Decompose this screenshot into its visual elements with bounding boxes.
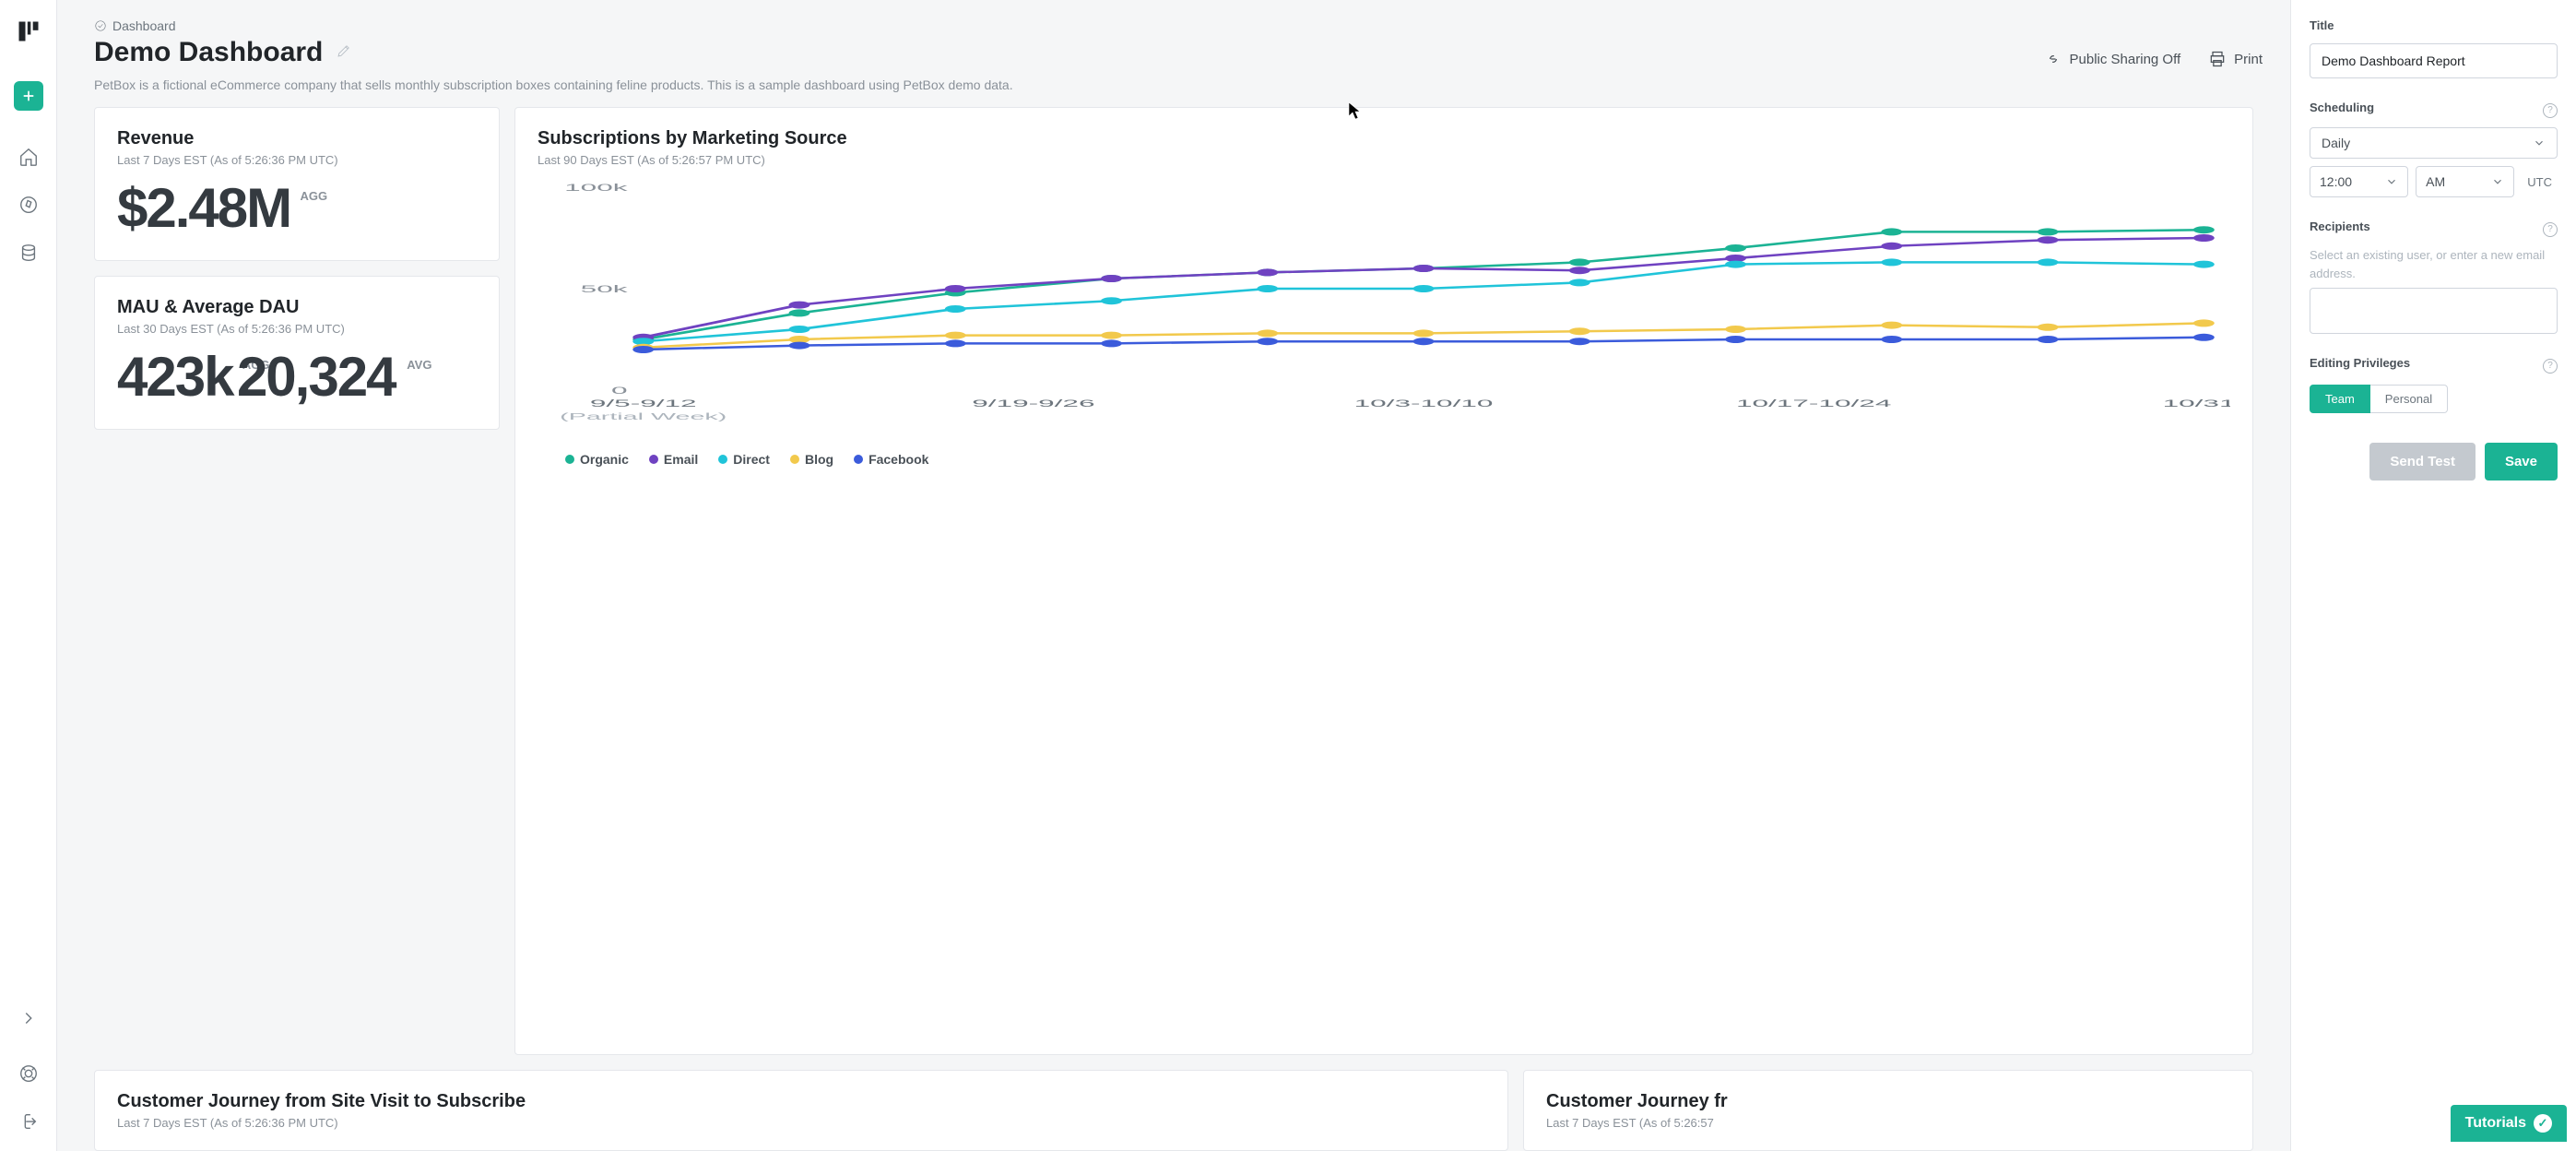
recipients-help-icon[interactable]: ? bbox=[2543, 222, 2558, 237]
svg-text:0: 0 bbox=[611, 386, 628, 397]
page-description: PetBox is a fictional eCommerce company … bbox=[57, 77, 2290, 107]
journey2-title: Customer Journey fr bbox=[1546, 1091, 2230, 1112]
subscriptions-subtitle: Last 90 Days EST (As of 5:26:57 PM UTC) bbox=[538, 153, 2230, 167]
recipients-input[interactable] bbox=[2310, 288, 2558, 334]
main-content: Dashboard Demo Dashboard Public Sharing … bbox=[57, 0, 2290, 1151]
legend-item[interactable]: Organic bbox=[565, 452, 629, 467]
timezone-label: UTC bbox=[2522, 175, 2558, 189]
legend-item[interactable]: Blog bbox=[790, 452, 833, 467]
subscriptions-title: Subscriptions by Marketing Source bbox=[538, 128, 2230, 149]
chevron-down-icon bbox=[2491, 175, 2504, 188]
save-button[interactable]: Save bbox=[2485, 443, 2558, 481]
svg-text:100k: 100k bbox=[564, 183, 628, 194]
revenue-tag: AGG bbox=[301, 189, 328, 203]
report-settings-panel: Title Scheduling ? Daily 12:00 AM U bbox=[2290, 0, 2576, 1151]
time-select[interactable]: 12:00 bbox=[2310, 166, 2408, 197]
breadcrumb[interactable]: Dashboard bbox=[94, 18, 2253, 33]
scheduling-label: Scheduling bbox=[2310, 101, 2374, 114]
mau-tag2: AVG bbox=[407, 358, 431, 372]
frequency-value: Daily bbox=[2322, 136, 2350, 150]
customer-journey-card-1[interactable]: Customer Journey from Site Visit to Subs… bbox=[94, 1070, 1508, 1151]
scheduling-help-icon[interactable]: ? bbox=[2543, 103, 2558, 118]
subscriptions-chart: 0 50k 100k 9/5-9/12 9/19-9/26 10/3-10/10 10/17… bbox=[538, 178, 2230, 436]
journey1-title: Customer Journey from Site Visit to Subs… bbox=[117, 1091, 1485, 1112]
public-sharing-toggle[interactable]: Public Sharing Off bbox=[2044, 50, 2181, 68]
page-header: Dashboard Demo Dashboard Public Sharing … bbox=[57, 0, 2290, 77]
journey2-subtitle: Last 7 Days EST (As of 5:26:57 bbox=[1546, 1116, 2230, 1130]
recipients-placeholder: Select an existing user, or enter a new … bbox=[2310, 246, 2558, 282]
check-icon: ✓ bbox=[2534, 1114, 2552, 1133]
svg-text:10/31-: 10/31- bbox=[2163, 398, 2230, 409]
revenue-value: $2.48M AGG bbox=[117, 176, 290, 240]
logout-icon[interactable] bbox=[10, 1103, 47, 1140]
dau-value: 20,324 AVG bbox=[237, 345, 396, 409]
send-test-button[interactable]: Send Test bbox=[2369, 443, 2476, 481]
editing-privileges-label: Editing Privileges bbox=[2310, 356, 2410, 370]
editing-help-icon[interactable]: ? bbox=[2543, 359, 2558, 374]
database-icon[interactable] bbox=[10, 234, 47, 271]
svg-text:9/5-9/12: 9/5-9/12 bbox=[590, 398, 697, 409]
edit-title-icon[interactable] bbox=[336, 42, 352, 64]
print-button[interactable]: Print bbox=[2208, 50, 2263, 68]
home-icon[interactable] bbox=[10, 138, 47, 175]
legend-item[interactable]: Facebook bbox=[854, 452, 928, 467]
expand-sidebar-icon[interactable] bbox=[10, 1000, 47, 1037]
breadcrumb-label: Dashboard bbox=[112, 18, 176, 33]
journey1-subtitle: Last 7 Days EST (As of 5:26:36 PM UTC) bbox=[117, 1116, 1485, 1130]
chart-legend: Organic Email Direct Blog Facebook bbox=[538, 452, 2230, 467]
sidebar bbox=[0, 0, 57, 1151]
page-title: Demo Dashboard bbox=[94, 37, 323, 68]
mau-value: 423k AGG bbox=[117, 345, 232, 409]
customer-journey-card-2[interactable]: Customer Journey fr Last 7 Days EST (As … bbox=[1523, 1070, 2253, 1151]
frequency-select[interactable]: Daily bbox=[2310, 127, 2558, 159]
ampm-value: AM bbox=[2426, 174, 2445, 189]
recipients-label: Recipients bbox=[2310, 220, 2370, 233]
help-icon[interactable] bbox=[10, 1055, 47, 1092]
subscriptions-chart-card[interactable]: Subscriptions by Marketing Source Last 9… bbox=[514, 107, 2253, 1055]
mau-subtitle: Last 30 Days EST (As of 5:26:36 PM UTC) bbox=[117, 322, 477, 336]
print-label: Print bbox=[2234, 52, 2263, 67]
revenue-title: Revenue bbox=[117, 128, 477, 149]
tutorials-label: Tutorials bbox=[2465, 1115, 2526, 1132]
tutorials-button[interactable]: Tutorials ✓ bbox=[2451, 1105, 2567, 1142]
legend-item[interactable]: Direct bbox=[718, 452, 770, 467]
chevron-down-icon bbox=[2385, 175, 2398, 188]
personal-toggle[interactable]: Personal bbox=[2370, 385, 2448, 413]
svg-text:50k: 50k bbox=[581, 284, 628, 295]
legend-item[interactable]: Email bbox=[649, 452, 698, 467]
mau-title: MAU & Average DAU bbox=[117, 297, 477, 318]
time-value: 12:00 bbox=[2320, 174, 2352, 189]
public-sharing-label: Public Sharing Off bbox=[2070, 52, 2181, 67]
title-label: Title bbox=[2310, 18, 2558, 32]
revenue-subtitle: Last 7 Days EST (As of 5:26:36 PM UTC) bbox=[117, 153, 477, 167]
compass-icon[interactable] bbox=[10, 186, 47, 223]
revenue-card[interactable]: Revenue Last 7 Days EST (As of 5:26:36 P… bbox=[94, 107, 500, 261]
mau-card[interactable]: MAU & Average DAU Last 30 Days EST (As o… bbox=[94, 276, 500, 430]
report-title-input[interactable] bbox=[2310, 43, 2558, 78]
svg-text:(Partial Week): (Partial Week) bbox=[560, 411, 727, 421]
svg-text:10/17-10/24: 10/17-10/24 bbox=[1736, 398, 1891, 409]
svg-text:9/19-9/26: 9/19-9/26 bbox=[972, 398, 1094, 409]
add-button[interactable] bbox=[14, 81, 43, 111]
team-toggle[interactable]: Team bbox=[2310, 385, 2370, 413]
ampm-select[interactable]: AM bbox=[2416, 166, 2514, 197]
app-logo-icon bbox=[16, 18, 41, 44]
chevron-down-icon bbox=[2533, 136, 2546, 149]
svg-text:10/3-10/10: 10/3-10/10 bbox=[1354, 398, 1494, 409]
